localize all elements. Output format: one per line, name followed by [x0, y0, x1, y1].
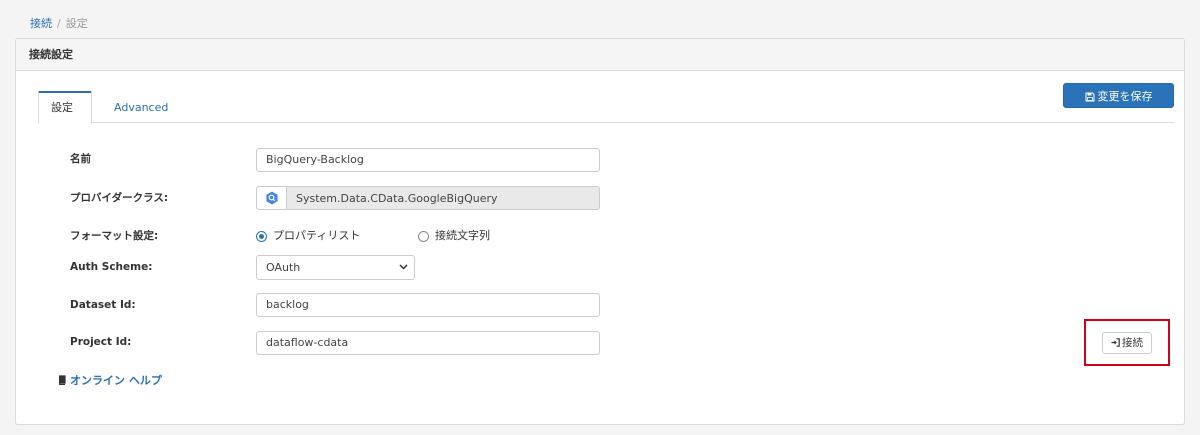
online-help-label: オンライン ヘルプ — [70, 374, 162, 387]
project-id-label: Project Id: — [70, 336, 132, 348]
chevron-down-icon — [399, 264, 408, 270]
connection-settings-panel: 接続設定 変更を保存 設定 Advanced 名前 BigQuery-Backl… — [15, 38, 1185, 425]
auth-scheme-label: Auth Scheme: — [70, 261, 153, 273]
sign-in-icon — [1111, 338, 1120, 347]
provider-class-field: System.Data.CData.GoogleBigQuery — [256, 186, 600, 210]
name-input[interactable]: BigQuery-Backlog — [256, 148, 600, 172]
radio-unchecked-icon — [418, 230, 429, 242]
name-label: 名前 — [70, 153, 91, 165]
dataset-id-label: Dataset Id: — [70, 299, 136, 311]
breadcrumb: 接続 / 設定 — [30, 16, 88, 32]
format-label: フォーマット設定: — [70, 230, 159, 242]
provider-class-value: System.Data.CData.GoogleBigQuery — [296, 191, 498, 205]
breadcrumb-current: 設定 — [65, 17, 88, 30]
project-id-input[interactable]: dataflow-cdata — [256, 331, 600, 355]
bigquery-icon — [265, 191, 278, 205]
radio-connection-string-label: 接続文字列 — [435, 229, 490, 242]
connect-button[interactable]: 接続 — [1102, 332, 1152, 354]
connect-label: 接続 — [1122, 337, 1143, 349]
provider-class-label: プロバイダークラス: — [70, 192, 169, 204]
panel-title: 接続設定 — [16, 39, 1184, 71]
online-help-link[interactable]: オンライン ヘルプ — [57, 372, 162, 388]
radio-property-list-label: プロパティリスト — [273, 229, 361, 242]
breadcrumb-separator: / — [57, 17, 61, 30]
settings-tabs: 設定 Advanced — [38, 91, 1174, 124]
dataset-id-input[interactable]: backlog — [256, 293, 600, 317]
auth-scheme-select[interactable]: OAuth — [256, 255, 415, 280]
tab-advanced[interactable]: Advanced — [102, 91, 180, 124]
book-icon — [58, 375, 66, 385]
breadcrumb-link-connections[interactable]: 接続 — [30, 17, 52, 30]
radio-checked-icon — [256, 230, 267, 242]
radio-connection-string[interactable]: 接続文字列 — [418, 227, 490, 245]
auth-scheme-value: OAuth — [266, 261, 301, 274]
provider-icon-container — [257, 187, 287, 209]
tab-settings[interactable]: 設定 — [38, 91, 92, 124]
radio-property-list[interactable]: プロパティリスト — [256, 227, 360, 245]
